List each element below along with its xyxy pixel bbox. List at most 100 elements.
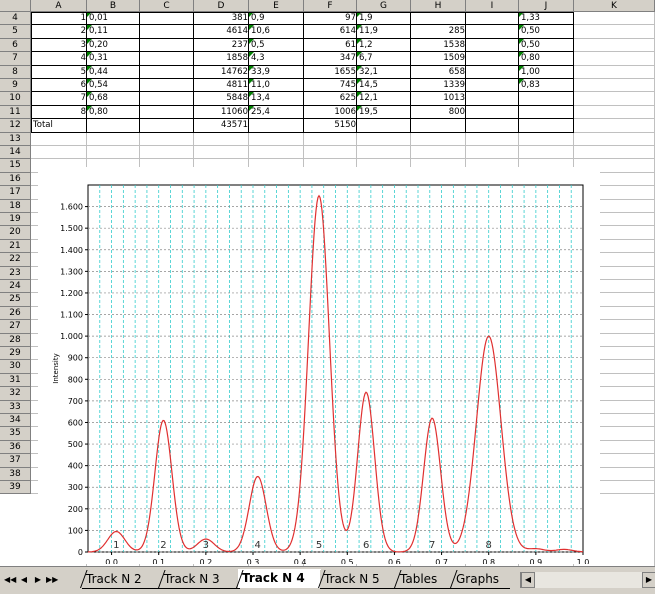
cell-g10[interactable]: 12,1 (357, 92, 411, 105)
cell-h5[interactable]: 285 (411, 25, 466, 38)
cell-g9[interactable]: 14,5 (357, 79, 411, 92)
cell-a9[interactable]: 6 (31, 79, 87, 92)
column-header-b[interactable]: B (87, 0, 140, 12)
cell-j4[interactable]: 1,33 (519, 12, 574, 25)
row-header-36[interactable]: 36 (0, 440, 31, 455)
cell-g8[interactable]: 32,1 (357, 65, 411, 79)
row-header-25[interactable]: 25 (0, 293, 31, 307)
cell-d4[interactable]: 381 (194, 12, 249, 25)
cell-b8[interactable]: 0,44 (87, 65, 140, 79)
cell-h10[interactable]: 1013 (411, 92, 466, 105)
row-header-15[interactable]: 15 (0, 159, 31, 173)
cell-d12[interactable]: 43571 (194, 119, 249, 132)
cell-a10[interactable]: 7 (31, 92, 87, 105)
cell-b7[interactable]: 0,31 (87, 52, 140, 65)
cell-e6[interactable]: 0,5 (249, 38, 304, 52)
sheet-tab-tables[interactable]: Tables (396, 570, 454, 589)
row-header-17[interactable]: 17 (0, 186, 31, 200)
row-header-26[interactable]: 26 (0, 306, 31, 321)
row-header-30[interactable]: 30 (0, 360, 31, 374)
row-header-29[interactable]: 29 (0, 347, 31, 361)
cell-d9[interactable]: 4811 (194, 79, 249, 92)
cell-j8[interactable]: 1,00 (519, 65, 574, 79)
row-header-37[interactable]: 37 (0, 454, 31, 468)
column-header-f[interactable]: F (304, 0, 357, 12)
row-header-8[interactable]: 8 (0, 65, 31, 79)
cell-d5[interactable]: 4614 (194, 25, 249, 38)
column-header-g[interactable]: G (357, 0, 411, 12)
cell-h8[interactable]: 658 (411, 66, 466, 79)
row-header-13[interactable]: 13 (0, 132, 31, 146)
column-header-e[interactable]: E (249, 0, 304, 12)
row-header-18[interactable]: 18 (0, 199, 31, 213)
cell-e5[interactable]: 10,6 (249, 25, 304, 38)
cell-g5[interactable]: 11,9 (357, 25, 411, 38)
sheet-tab-track-n-4[interactable]: Track N 4 (238, 569, 321, 588)
cell-e8[interactable]: 33,9 (249, 65, 304, 79)
scroll-right-icon[interactable]: ▶ (642, 572, 655, 588)
cell-d10[interactable]: 5848 (194, 92, 249, 105)
cell-b5[interactable]: 0,11 (87, 25, 140, 38)
row-header-19[interactable]: 19 (0, 213, 31, 227)
cell-h6[interactable]: 1538 (411, 39, 466, 52)
cell-d7[interactable]: 1858 (194, 52, 249, 65)
row-header-31[interactable]: 31 (0, 373, 31, 388)
cell-d8[interactable]: 14762 (194, 66, 249, 79)
row-header-24[interactable]: 24 (0, 280, 31, 294)
cell-f5[interactable]: 614 (304, 25, 357, 38)
row-header-14[interactable]: 14 (0, 146, 31, 160)
cell-a5[interactable]: 2 (31, 25, 87, 38)
first-sheet-icon[interactable]: ◀◀ (4, 573, 16, 587)
cell-j5[interactable]: 0,50 (519, 25, 574, 38)
cell-f8[interactable]: 1655 (304, 66, 357, 79)
cell-a12[interactable]: Total (31, 119, 87, 132)
cell-j9[interactable]: 0,83 (519, 79, 574, 92)
column-header-d[interactable]: D (194, 0, 249, 12)
column-header-a[interactable]: A (31, 0, 87, 12)
cell-b11[interactable]: 0,80 (87, 105, 140, 119)
cell-j7[interactable]: 0,80 (519, 52, 574, 65)
cell-d11[interactable]: 11060 (194, 106, 249, 119)
column-header-k[interactable]: K (574, 0, 655, 12)
row-header-5[interactable]: 5 (0, 25, 31, 39)
row-header-9[interactable]: 9 (0, 79, 31, 93)
cell-f7[interactable]: 347 (304, 52, 357, 65)
intensity-chart[interactable]: 0 100 200 300 400 500 600 700 800 900 1.000 1.100 1.… (38, 167, 600, 564)
row-header-39[interactable]: 39 (0, 481, 31, 495)
cell-g7[interactable]: 6,7 (357, 52, 411, 65)
cell-e9[interactable]: 11,0 (249, 79, 304, 92)
row-header-38[interactable]: 38 (0, 467, 31, 481)
row-header-10[interactable]: 10 (0, 92, 31, 106)
cell-f11[interactable]: 1006 (304, 106, 357, 119)
prev-sheet-icon[interactable]: ◀ (18, 573, 30, 587)
row-header-34[interactable]: 34 (0, 414, 31, 428)
select-all-corner[interactable] (0, 0, 31, 12)
sheet-tab-graphs[interactable]: Graphs (452, 570, 510, 589)
row-header-11[interactable]: 11 (0, 105, 31, 120)
cell-f9[interactable]: 745 (304, 79, 357, 92)
next-sheet-icon[interactable]: ▶ (32, 573, 44, 587)
sheet-tab-track-n-5[interactable]: Track N 5 (320, 570, 398, 589)
column-header-c[interactable]: C (140, 0, 194, 12)
row-header-7[interactable]: 7 (0, 52, 31, 66)
row-header-6[interactable]: 6 (0, 38, 31, 53)
row-header-23[interactable]: 23 (0, 266, 31, 280)
cell-b9[interactable]: 0,54 (87, 79, 140, 92)
cell-a4[interactable]: 1 (31, 12, 87, 25)
cell-a7[interactable]: 4 (31, 52, 87, 65)
cell-e7[interactable]: 4,3 (249, 52, 304, 65)
cell-b6[interactable]: 0,20 (87, 38, 140, 52)
cell-f6[interactable]: 61 (304, 39, 357, 52)
row-header-27[interactable]: 27 (0, 320, 31, 334)
row-header-21[interactable]: 21 (0, 239, 31, 254)
row-header-20[interactable]: 20 (0, 226, 31, 240)
cell-e4[interactable]: 0,9 (249, 12, 304, 25)
cell-e11[interactable]: 25,4 (249, 105, 304, 119)
row-header-33[interactable]: 33 (0, 400, 31, 414)
cell-b10[interactable]: 0,68 (87, 92, 140, 105)
row-header-22[interactable]: 22 (0, 253, 31, 267)
row-header-28[interactable]: 28 (0, 333, 31, 347)
row-header-12[interactable]: 12 (0, 119, 31, 133)
row-header-4[interactable]: 4 (0, 12, 31, 26)
sheet-tab-track-n-2[interactable]: Track N 2 (82, 570, 162, 589)
